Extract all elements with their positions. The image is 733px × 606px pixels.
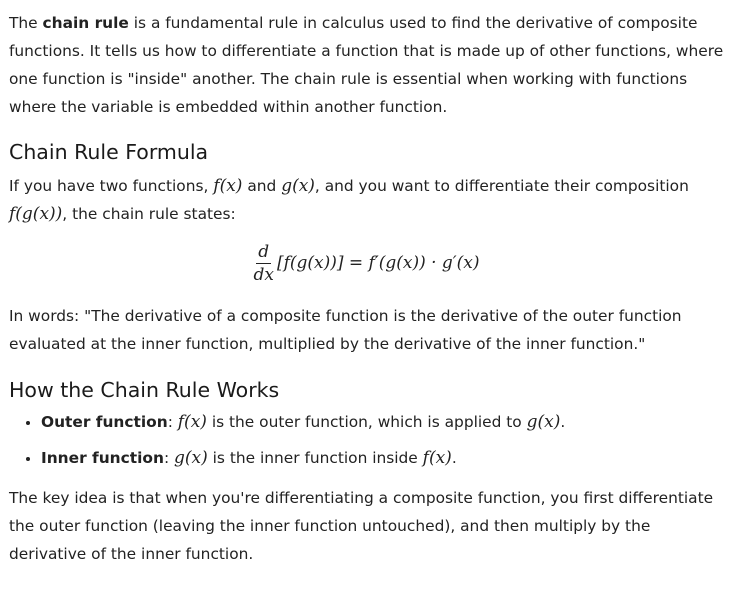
- intro-paragraph: The chain rule is a fundamental rule in …: [9, 9, 724, 121]
- function-roles-list: Outer function: f(x) is the outer functi…: [9, 408, 724, 472]
- math-f-of-x: f(x): [177, 412, 207, 432]
- period: .: [560, 413, 566, 431]
- formula-text-2: and: [242, 177, 282, 195]
- outer-function-label: Outer function: [41, 413, 168, 431]
- fraction-denominator: dx: [253, 264, 274, 285]
- math-g-of-x: g(x): [174, 448, 208, 468]
- separator: :: [167, 413, 178, 431]
- equation-expression: [f(g(x))] = f′(g(x)) · g′(x): [276, 253, 480, 273]
- in-words-paragraph: In words: "The derivative of a composite…: [9, 307, 682, 353]
- outer-function-text: is the outer function, which is applied …: [206, 413, 527, 431]
- list-item-outer-function: Outer function: f(x) is the outer functi…: [41, 408, 724, 436]
- closing-paragraph: The key idea is that when you're differe…: [9, 489, 714, 563]
- formula-intro-paragraph: If you have two functions, f(x) and g(x)…: [9, 172, 724, 228]
- math-g-of-x: g(x): [526, 412, 561, 432]
- math-f-of-x: f(x): [213, 176, 243, 196]
- document-page: The chain rule is a fundamental rule in …: [0, 0, 733, 568]
- period: .: [451, 449, 457, 467]
- formula-text-1: If you have two functions,: [9, 177, 214, 195]
- inner-function-text: is the inner function inside: [207, 449, 423, 467]
- math-f-of-g-of-x: f(g(x)): [9, 204, 63, 224]
- formula-text-3: , and you want to differentiate their co…: [314, 177, 689, 195]
- chain-rule-formula-heading: Chain Rule Formula: [9, 140, 209, 164]
- chain-rule-term: chain rule: [42, 14, 129, 32]
- derivative-fraction: d dx: [253, 242, 273, 285]
- list-item-inner-function: Inner function: g(x) is the inner functi…: [41, 444, 724, 472]
- chain-rule-display-equation: d dx [f(g(x))] = f′(g(x)) · g′(x): [9, 230, 724, 296]
- formula-text-4: , the chain rule states:: [62, 205, 236, 223]
- separator: :: [163, 449, 175, 467]
- math-f-of-x: f(x): [422, 448, 452, 468]
- inner-function-label: Inner function: [41, 449, 164, 467]
- fraction-numerator: d: [256, 241, 272, 264]
- how-chain-rule-works-heading: How the Chain Rule Works: [9, 378, 280, 402]
- math-g-of-x: g(x): [281, 176, 315, 196]
- intro-text-start: The: [9, 14, 43, 32]
